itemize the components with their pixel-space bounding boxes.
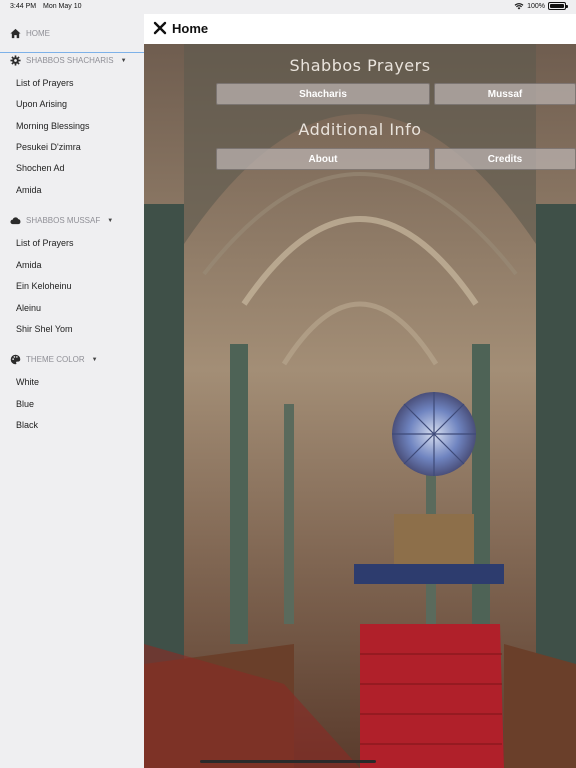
home-icon [10, 28, 21, 39]
menu-shacharis-header[interactable]: SHABBOS SHACHARIS ▼ [10, 55, 127, 66]
mussaf-item-aleinu[interactable]: Aleinu [16, 303, 41, 313]
credits-button[interactable]: Credits [434, 148, 576, 170]
menu-mussaf-header[interactable]: SHABBOS MUSSAF ▼ [10, 215, 113, 226]
mussaf-item-ein-keloheinu[interactable]: Ein Keloheinu [16, 281, 72, 291]
shacharis-item-pesukei-dzimra[interactable]: Pesukei D'zimra [16, 142, 81, 152]
status-date: Mon May 10 [43, 3, 82, 10]
palette-icon [10, 354, 21, 365]
home-indicator[interactable] [200, 760, 376, 763]
menu-home[interactable]: HOME [10, 28, 50, 39]
shacharis-item-amida[interactable]: Amida [16, 185, 42, 195]
additional-info-title: Additional Info [298, 120, 422, 139]
mussaf-item-list-of-prayers[interactable]: List of Prayers [16, 238, 74, 248]
battery-percent: 100% [527, 2, 545, 10]
cloud-icon [10, 217, 21, 225]
menu-mussaf-label: SHABBOS MUSSAF [26, 216, 101, 225]
shacharis-item-upon-arising[interactable]: Upon Arising [16, 99, 67, 109]
theme-item-white[interactable]: White [16, 377, 39, 387]
theme-item-black[interactable]: Black [16, 420, 38, 430]
chevron-down-icon: ▼ [91, 356, 98, 363]
menu-theme-header[interactable]: THEME COLOR ▼ [10, 354, 98, 365]
close-icon[interactable] [153, 21, 167, 35]
chevron-down-icon: ▼ [107, 217, 114, 224]
nav-header: Home [144, 14, 576, 44]
battery-icon [548, 2, 568, 10]
menu-theme-label: THEME COLOR [26, 355, 85, 364]
gear-icon [10, 55, 21, 66]
shacharis-item-shochen-ad[interactable]: Shochen Ad [16, 163, 65, 173]
status-bar: 3:44 PM Mon May 10 100% [0, 0, 576, 14]
about-button[interactable]: About [216, 148, 430, 170]
chevron-down-icon: ▼ [120, 57, 127, 64]
theme-item-blue[interactable]: Blue [16, 399, 34, 409]
status-time: 3:44 PM [10, 3, 37, 10]
active-section-indicator [0, 52, 144, 53]
page-title: Home [172, 21, 209, 36]
shacharis-item-morning-blessings[interactable]: Morning Blessings [16, 121, 90, 131]
mussaf-item-shir-shel-yom[interactable]: Shir Shel Yom [16, 324, 73, 334]
status-right: 100% [514, 2, 568, 10]
mussaf-item-amida[interactable]: Amida [16, 260, 42, 270]
mussaf-button[interactable]: Mussaf [434, 83, 576, 105]
shacharis-item-list-of-prayers[interactable]: List of Prayers [16, 78, 74, 88]
menu-home-label: HOME [26, 29, 50, 38]
shabbos-prayers-title: Shabbos Prayers [289, 56, 431, 75]
side-menu: HOME SHABBOS SHACHARIS ▼ List of Prayers… [0, 14, 144, 768]
shacharis-button[interactable]: Shacharis [216, 83, 430, 105]
main-content: Home Shabbos Prayers Shacharis Mussaf Ad… [144, 14, 576, 768]
wifi-icon [514, 3, 524, 10]
menu-shacharis-label: SHABBOS SHACHARIS [26, 56, 114, 65]
